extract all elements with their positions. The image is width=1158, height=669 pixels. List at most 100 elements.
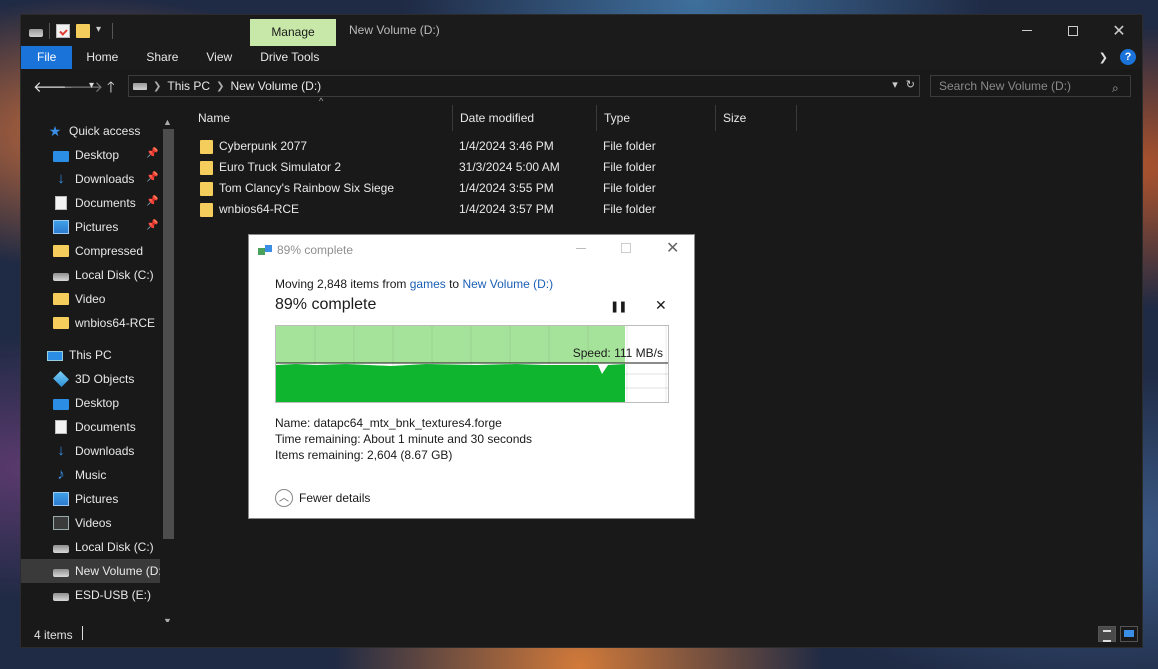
- sidebar-item-music[interactable]: ♪ Music: [21, 463, 176, 487]
- sidebar-item-label: ESD-USB (E:): [75, 588, 152, 602]
- minimize-button[interactable]: [1004, 15, 1050, 46]
- moving-prefix: Moving 2,848 items from: [275, 277, 410, 291]
- destination-link[interactable]: New Volume (D:): [462, 277, 553, 291]
- content-scrollbar[interactable]: [1125, 102, 1142, 624]
- file-name: Cyberpunk 2077: [219, 139, 308, 153]
- file-type: File folder: [603, 202, 656, 216]
- tab-drive-tools[interactable]: Drive Tools: [246, 46, 333, 69]
- sidebar-item-new-volume-d[interactable]: New Volume (D:: [21, 559, 176, 583]
- cancel-button[interactable]: ✕: [655, 297, 667, 314]
- fewer-details-button[interactable]: ︿ Fewer details: [275, 489, 370, 507]
- sidebar-item-videos[interactable]: Videos: [21, 511, 176, 535]
- maximize-button[interactable]: [1050, 15, 1096, 46]
- moving-summary: Moving 2,848 items from games to New Vol…: [275, 277, 553, 291]
- folder-icon: [200, 203, 213, 217]
- time-remaining: Time remaining: About 1 minute and 30 se…: [275, 432, 533, 446]
- source-link[interactable]: games: [410, 277, 446, 291]
- status-divider: [82, 626, 83, 640]
- file-type: File folder: [603, 139, 656, 153]
- folder-icon: [200, 161, 213, 175]
- help-icon[interactable]: ?: [1120, 49, 1136, 65]
- window-title: New Volume (D:): [349, 23, 440, 37]
- dialog-close-button[interactable]: ✕: [666, 238, 679, 258]
- sidebar-item-3d-objects[interactable]: 3D Objects: [21, 367, 176, 391]
- sidebar-item-desktop[interactable]: Desktop: [21, 391, 176, 415]
- expand-ribbon-icon[interactable]: ❯: [1099, 51, 1108, 64]
- sidebar-item-documents[interactable]: Documents 📌: [21, 191, 176, 215]
- close-button[interactable]: ✕: [1096, 15, 1142, 46]
- sidebar-item-pictures[interactable]: Pictures: [21, 487, 176, 511]
- file-date: 1/4/2024 3:55 PM: [459, 181, 554, 195]
- sidebar-item-local-disk-c[interactable]: Local Disk (C:): [21, 535, 176, 559]
- sidebar-item-quick-access[interactable]: ★ Quick access: [21, 119, 176, 143]
- properties-icon[interactable]: [56, 24, 70, 38]
- sidebar-item-label: Compressed: [75, 244, 144, 258]
- copy-progress-icon: [258, 245, 272, 255]
- sidebar-item-label: Local Disk (C:): [75, 540, 154, 554]
- column-header-size[interactable]: Size: [716, 105, 797, 131]
- address-bar[interactable]: ❯ This PC ❯ New Volume (D:) ▾ ↻: [128, 75, 920, 97]
- tab-manage[interactable]: Manage: [250, 19, 336, 46]
- refresh-icon[interactable]: ↻: [906, 78, 915, 91]
- breadcrumb-new-volume[interactable]: New Volume (D:): [230, 79, 321, 93]
- sidebar-item-documents[interactable]: Documents: [21, 415, 176, 439]
- up-arrow-icon[interactable]: 🡑: [107, 77, 115, 102]
- column-header-name[interactable]: Name: [191, 105, 453, 131]
- address-controls: ▾ ↻: [892, 78, 915, 91]
- sidebar-item-label: wnbios64-RCE: [75, 316, 156, 330]
- folder-icon: [53, 293, 69, 305]
- tab-view[interactable]: View: [192, 46, 246, 69]
- tab-share[interactable]: Share: [132, 46, 192, 69]
- sidebar-item-label: 3D Objects: [75, 372, 135, 386]
- 3d-objects-icon: [53, 371, 69, 387]
- speed-graph-svg: [276, 326, 668, 402]
- file-row-euro-truck-simulator-2[interactable]: Euro Truck Simulator 2 31/3/2024 5:00 AM…: [191, 157, 791, 178]
- dialog-maximize-button: [621, 243, 631, 253]
- column-header-date-modified[interactable]: Date modified: [453, 105, 597, 131]
- tab-home[interactable]: Home: [72, 46, 132, 69]
- pin-icon: 📌: [146, 172, 159, 183]
- breadcrumb-chevron-icon[interactable]: ❯: [153, 81, 161, 92]
- document-icon: [55, 196, 67, 210]
- search-input[interactable]: Search New Volume (D:): [930, 75, 1131, 97]
- sidebar-item-compressed[interactable]: Compressed: [21, 239, 176, 263]
- sidebar-item-label: Desktop: [75, 148, 120, 162]
- sidebar-item-local-disk-c[interactable]: Local Disk (C:): [21, 263, 176, 287]
- drive-icon[interactable]: [29, 29, 43, 37]
- chevron-up-icon: ︿: [275, 489, 293, 507]
- scrollbar-thumb[interactable]: [163, 129, 174, 539]
- sidebar-item-esd-usb-e[interactable]: ESD-USB (E:): [21, 583, 176, 607]
- file-row-rainbow-six-siege[interactable]: Tom Clancy's Rainbow Six Siege 1/4/2024 …: [191, 178, 791, 199]
- file-row-cyberpunk-2077[interactable]: Cyberpunk 2077 1/4/2024 3:46 PM File fol…: [191, 136, 791, 157]
- large-icons-view-icon[interactable]: [1120, 626, 1138, 642]
- column-header-type[interactable]: Type: [597, 105, 716, 131]
- pin-icon: 📌: [146, 220, 159, 231]
- tab-file[interactable]: File: [21, 46, 73, 69]
- sidebar-item-downloads[interactable]: ↓ Downloads: [21, 439, 176, 463]
- sidebar-item-pictures[interactable]: Pictures 📌: [21, 215, 176, 239]
- sidebar-scrollbar[interactable]: ▲ ▼: [160, 117, 176, 626]
- scroll-up-icon[interactable]: ▲: [163, 117, 172, 127]
- sidebar-item-label: Documents: [75, 196, 136, 210]
- recent-locations-icon[interactable]: ▾: [89, 80, 94, 91]
- status-bar: 4 items: [21, 622, 1142, 647]
- new-folder-icon[interactable]: [76, 24, 90, 38]
- sidebar-item-this-pc[interactable]: This PC: [21, 343, 176, 367]
- details-view-icon[interactable]: [1098, 626, 1116, 642]
- sidebar-item-video[interactable]: Video: [21, 287, 176, 311]
- dialog-minimize-button[interactable]: [576, 248, 586, 249]
- breadcrumb-this-pc[interactable]: This PC: [167, 79, 210, 93]
- search-icon[interactable]: ⌕: [1112, 81, 1119, 96]
- file-date: 31/3/2024 5:00 AM: [459, 160, 560, 174]
- desktop-icon: [53, 398, 69, 410]
- sidebar-item-wnbios64-rce[interactable]: wnbios64-RCE: [21, 311, 176, 335]
- drive-icon: [53, 569, 69, 577]
- forward-arrow-icon[interactable]: 🡒: [63, 77, 103, 96]
- customize-toolbar-icon[interactable]: ▾: [96, 24, 106, 38]
- file-row-wnbios64-rce[interactable]: wnbios64-RCE 1/4/2024 3:57 PM File folde…: [191, 199, 791, 220]
- breadcrumb-chevron-icon[interactable]: ❯: [216, 81, 224, 92]
- address-dropdown-icon[interactable]: ▾: [892, 78, 898, 91]
- sidebar-item-desktop[interactable]: Desktop 📌: [21, 143, 176, 167]
- pause-button[interactable]: ❚❚: [610, 300, 627, 313]
- sidebar-item-downloads[interactable]: ↓ Downloads 📌: [21, 167, 176, 191]
